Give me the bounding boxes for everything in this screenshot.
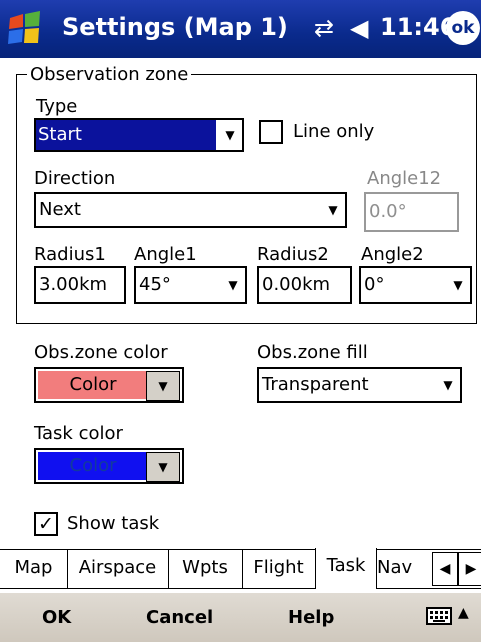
chevron-down-icon[interactable]: ▼ bbox=[446, 268, 470, 302]
tab-flight[interactable]: Flight bbox=[242, 550, 316, 588]
radius1-field[interactable]: 3.00km bbox=[34, 266, 126, 304]
obs-zone-fill-label: Obs.zone fill bbox=[257, 342, 368, 363]
type-select[interactable]: Start ▼ bbox=[34, 118, 244, 152]
tab-airspace[interactable]: Airspace bbox=[67, 550, 169, 588]
angle1-value: 45° bbox=[139, 274, 171, 295]
task-color-button[interactable]: Color ▼ bbox=[34, 448, 184, 484]
type-value: Start bbox=[36, 120, 216, 150]
cancel-button[interactable]: Cancel bbox=[146, 607, 213, 628]
angle2-label: Angle2 bbox=[361, 244, 424, 265]
tab-nav[interactable]: Nav bbox=[375, 550, 433, 588]
angle1-select[interactable]: 45° ▼ bbox=[134, 266, 247, 304]
ok-menu-button[interactable]: OK bbox=[42, 607, 71, 628]
radius2-field[interactable]: 0.00km bbox=[257, 266, 352, 304]
clock[interactable]: 11:46 bbox=[380, 13, 456, 41]
chevron-down-icon[interactable]: ▼ bbox=[436, 369, 460, 401]
speaker-icon[interactable]: ◀ bbox=[350, 14, 368, 42]
ok-button[interactable]: ok bbox=[446, 11, 480, 45]
chevron-down-icon[interactable]: ▼ bbox=[221, 268, 245, 302]
radius2-label: Radius2 bbox=[257, 244, 329, 265]
angle2-value: 0° bbox=[364, 274, 385, 295]
obs-zone-color-swatch: Color bbox=[38, 371, 148, 399]
task-color-swatch: Color bbox=[38, 452, 148, 480]
sip-up-arrow-icon[interactable]: ▲ bbox=[458, 605, 469, 621]
checkmark-icon: ✓ bbox=[38, 513, 54, 535]
task-color-label: Task color bbox=[34, 423, 123, 444]
tab-wpts[interactable]: Wpts bbox=[168, 550, 243, 588]
connectivity-icon[interactable]: ⇄ bbox=[314, 14, 334, 42]
window-title: Settings (Map 1) bbox=[62, 13, 288, 41]
help-button[interactable]: Help bbox=[288, 607, 334, 628]
menu-bar: OK Cancel Help ▲ bbox=[0, 593, 481, 642]
show-task-label: Show task bbox=[67, 513, 160, 534]
chevron-down-icon[interactable]: ▼ bbox=[321, 194, 345, 226]
obs-zone-color-label: Obs.zone color bbox=[34, 342, 168, 363]
obs-zone-fill-select[interactable]: Transparent ▼ bbox=[257, 367, 462, 403]
angle12-field: 0.0° bbox=[364, 192, 459, 232]
keyboard-icon[interactable] bbox=[426, 605, 452, 627]
angle12-label: Angle12 bbox=[367, 168, 442, 189]
angle1-label: Angle1 bbox=[134, 244, 197, 265]
obs-zone-fill-value: Transparent bbox=[262, 374, 369, 395]
chevron-down-icon[interactable]: ▼ bbox=[218, 120, 242, 150]
tab-map[interactable]: Map bbox=[0, 550, 68, 588]
tab-strip: Map Airspace Wpts Flight Task Nav ◀ ▶ bbox=[0, 548, 481, 589]
angle2-select[interactable]: 0° ▼ bbox=[359, 266, 472, 304]
windows-start-icon[interactable] bbox=[6, 10, 44, 48]
chevron-down-icon[interactable]: ▼ bbox=[146, 371, 180, 401]
direction-label: Direction bbox=[34, 168, 116, 189]
chevron-down-icon[interactable]: ▼ bbox=[146, 452, 180, 482]
radius1-label: Radius1 bbox=[34, 244, 106, 265]
direction-select[interactable]: Next ▼ bbox=[34, 192, 347, 228]
scroll-right-icon[interactable]: ▶ bbox=[458, 552, 481, 586]
line-only-checkbox[interactable] bbox=[259, 120, 283, 144]
direction-value: Next bbox=[39, 199, 81, 220]
scroll-left-icon[interactable]: ◀ bbox=[432, 552, 458, 586]
line-only-label: Line only bbox=[293, 121, 375, 142]
type-label: Type bbox=[36, 96, 78, 117]
obs-zone-color-button[interactable]: Color ▼ bbox=[34, 367, 184, 403]
show-task-checkbox[interactable]: ✓ bbox=[34, 512, 58, 536]
observation-zone-label: Observation zone bbox=[27, 64, 192, 85]
tab-task[interactable]: Task bbox=[315, 548, 377, 589]
